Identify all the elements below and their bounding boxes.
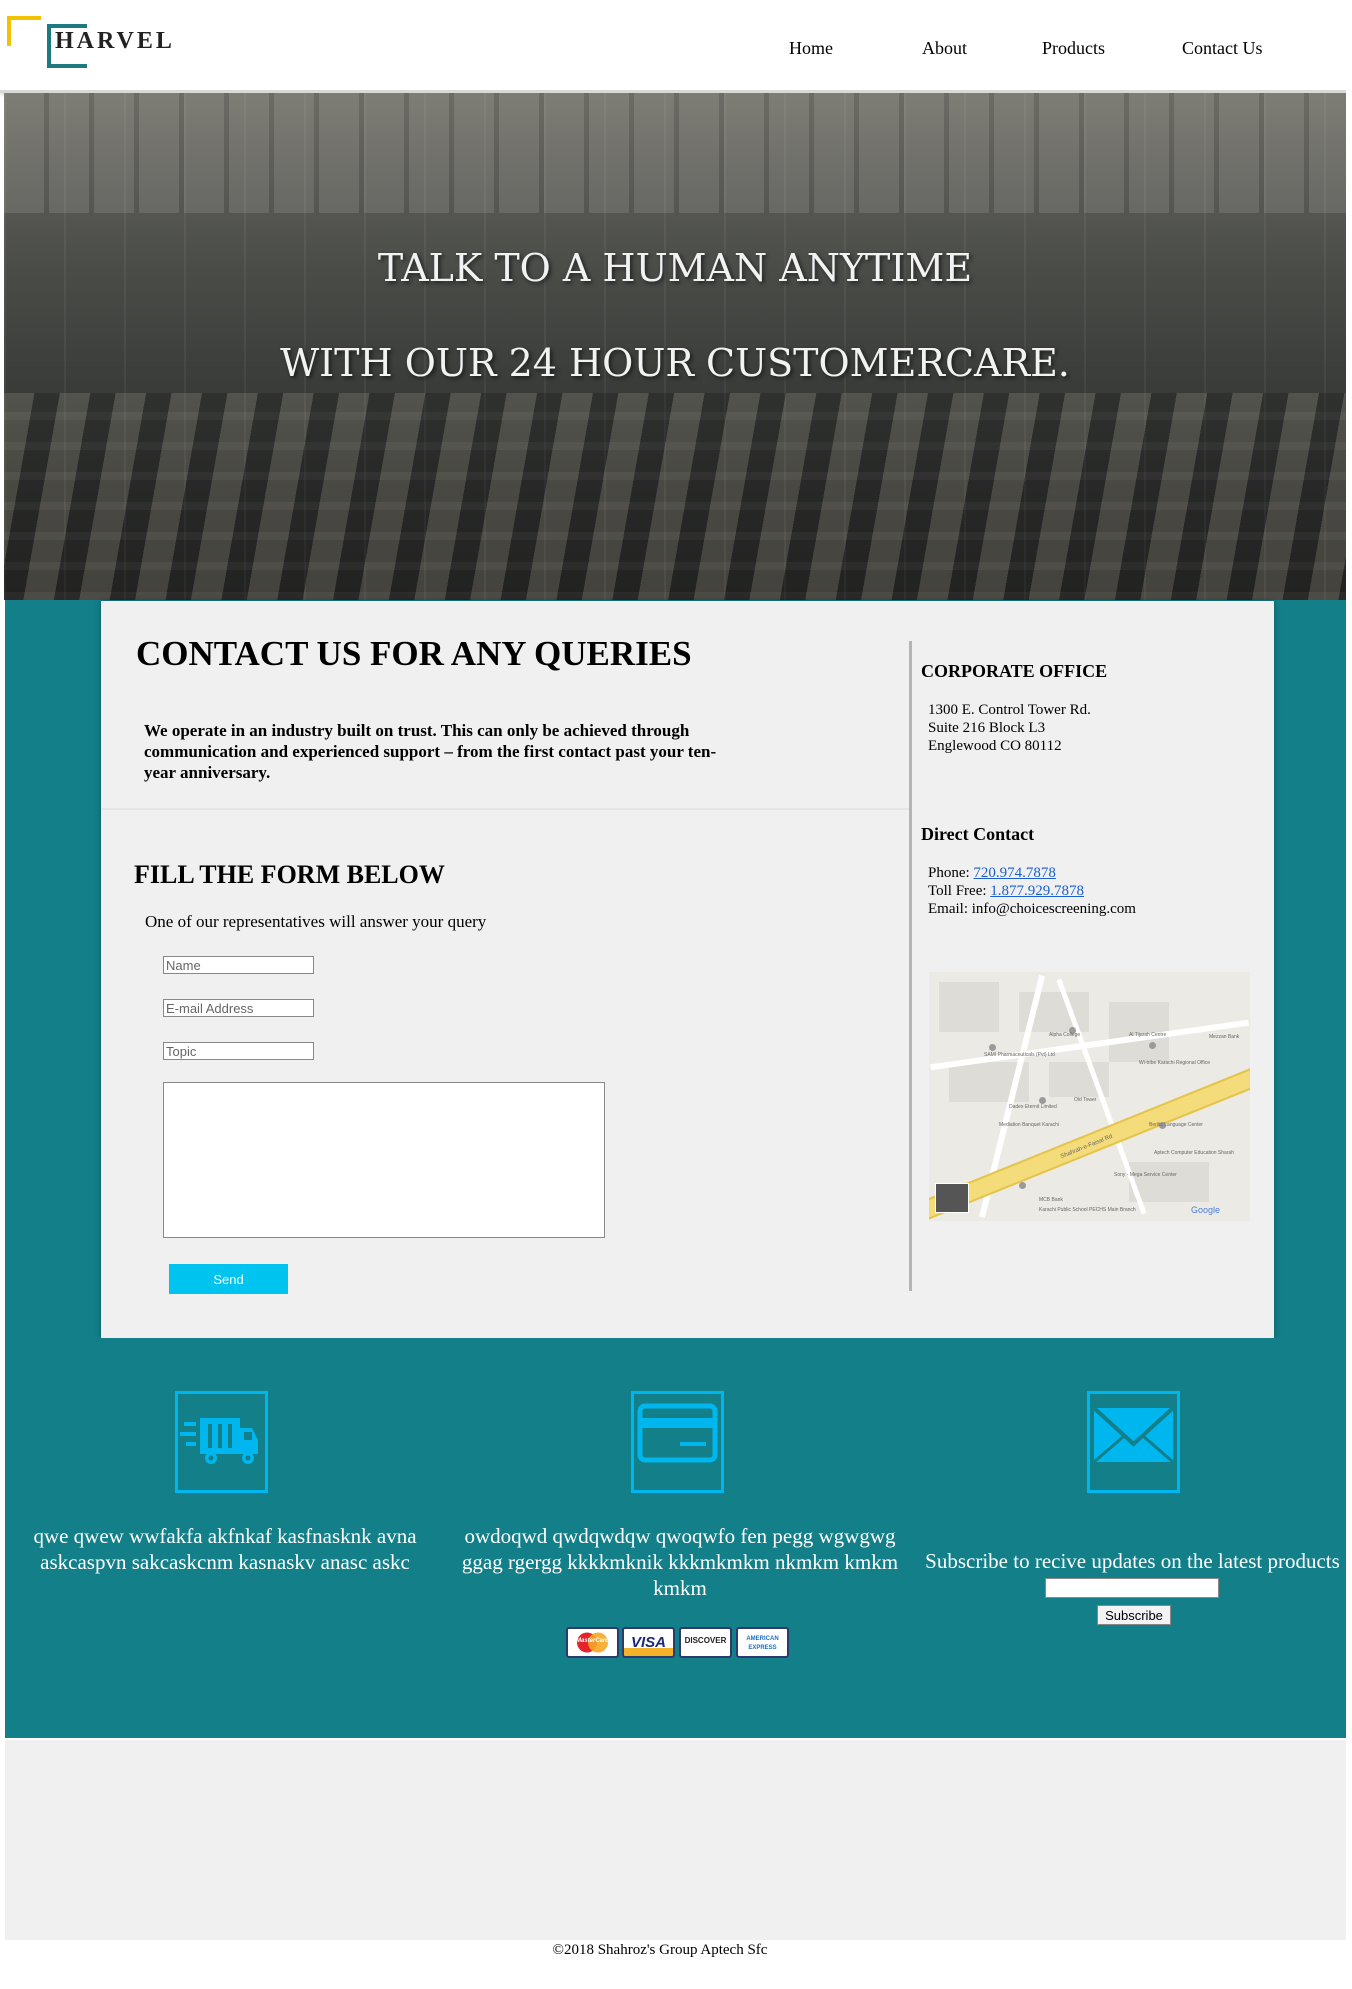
footer-col1-text: qwe qwew wwfakfa akfnkaf kasfnasknk avna…: [33, 1524, 417, 1574]
card-vertical-divider: [909, 641, 912, 1291]
logo-yellow-bracket: [7, 16, 41, 46]
hero-line-1: TALK TO A HUMAN ANYTIME: [377, 246, 973, 290]
harvel-logo[interactable]: HARVEL: [7, 16, 182, 68]
map-label: Aptech Computer Education Sharah: [1154, 1150, 1235, 1156]
phone-label: Phone:: [928, 865, 974, 881]
send-button[interactable]: Send: [169, 1264, 288, 1294]
map-label: Alpha College: [1049, 1032, 1081, 1038]
copyright: ©2018 Shahroz's Group Aptech Sfc: [552, 1942, 768, 1958]
office-address-line-3: Englewood CO 80112: [928, 738, 1062, 754]
hero-office-desks: [4, 393, 1346, 600]
hero-ceiling-texture: [4, 93, 1346, 213]
nav-about[interactable]: About: [922, 38, 967, 59]
hero-line-2: WITH OUR 24 HOUR CUSTOMERCARE.: [280, 341, 1070, 385]
tollfree-link[interactable]: 1.877.929.7878: [990, 883, 1084, 899]
amex-logo: AMERICAN EXPRESS: [736, 1627, 789, 1658]
map-street-view-thumbnail[interactable]: [935, 1183, 969, 1213]
map-block: [1129, 1162, 1209, 1202]
visa-logo: VISA: [622, 1627, 675, 1658]
nav-home[interactable]: Home: [789, 38, 833, 59]
contact-intro: We operate in an industry built on trust…: [144, 721, 717, 782]
message-textarea[interactable]: [163, 1082, 605, 1238]
map-label: Sony - Mega Service Center: [1114, 1172, 1177, 1178]
delivery-truck-icon: [175, 1391, 268, 1493]
page-edge: [1346, 0, 1352, 1989]
form-heading: FILL THE FORM BELOW: [134, 860, 445, 889]
map-label: MCB Bank: [1039, 1197, 1063, 1203]
nav-products[interactable]: Products: [1042, 38, 1105, 59]
direct-contact-heading: Direct Contact: [921, 824, 1035, 844]
map-pin: [1149, 1042, 1156, 1049]
email-line: Email: info@choicescreening.com: [928, 901, 1136, 917]
map-label: Mezzan Bank: [1209, 1034, 1240, 1040]
tollfree-line: Toll Free: 1.877.929.7878: [928, 882, 1084, 900]
subscribe-button[interactable]: Subscribe: [1097, 1605, 1171, 1625]
footer-gray-band: [5, 1740, 1352, 1940]
phone-link[interactable]: 720.974.7878: [973, 865, 1056, 881]
email-input[interactable]: [163, 999, 314, 1017]
hero-banner: TALK TO A HUMAN ANYTIME WITH OUR 24 HOUR…: [4, 93, 1346, 600]
map-label: Al Tijarah Centre: [1129, 1032, 1167, 1038]
footer-col2-text: owdoqwd qwdqwdqw qwoqwfo fen pegg wgwgwg…: [461, 1524, 899, 1600]
map-pin: [989, 1044, 996, 1051]
topic-input[interactable]: [163, 1042, 314, 1060]
map-label: Karachi Public School PECHS Main Branch: [1039, 1207, 1136, 1213]
map-block: [939, 982, 999, 1032]
map-label: SAMI Pharmaceuticals (Pvt) Ltd: [984, 1052, 1055, 1058]
tollfree-label: Toll Free:: [928, 883, 991, 899]
logo-text: HARVEL: [55, 28, 175, 54]
google-logo: Google: [1190, 1205, 1220, 1215]
discover-logo: DISCOVER: [679, 1627, 732, 1658]
map-label: Wi-tribe Karachi Regional Office: [1139, 1060, 1211, 1066]
office-address-line-1: 1300 E. Control Tower Rd.: [928, 702, 1091, 718]
location-map[interactable]: Alpha College Al Tijarah Centre Mezzan B…: [929, 972, 1250, 1221]
subscribe-text: Subscribe to recive updates on the lates…: [925, 1549, 1340, 1573]
subscribe-email-input[interactable]: [1045, 1578, 1219, 1598]
map-pin: [1019, 1182, 1026, 1189]
logo-yellow-bar: [7, 16, 11, 46]
map-label: Old Tower: [1074, 1097, 1097, 1103]
office-address-line-2: Suite 216 Block L3: [928, 720, 1046, 736]
card-horizontal-separator: [101, 808, 909, 810]
map-label: Mediation Banquet Karachi: [999, 1122, 1060, 1128]
corporate-office-heading: CORPORATE OFFICE: [921, 661, 1108, 681]
mastercard-logo: MasterCard: [566, 1627, 619, 1658]
name-input[interactable]: [163, 956, 314, 974]
envelope-icon: [1087, 1391, 1180, 1493]
credit-card-icon: [631, 1391, 724, 1493]
map-pin: [1039, 1097, 1046, 1104]
phone-line: Phone: 720.974.7878: [928, 864, 1056, 882]
contact-heading: CONTACT US FOR ANY QUERIES: [136, 634, 692, 673]
form-subheading: One of our representatives will answer y…: [145, 912, 487, 931]
nav-contact-us[interactable]: Contact Us: [1182, 38, 1263, 59]
map-label: Berlitz Language Center: [1149, 1122, 1203, 1128]
mastercard-label: MasterCard: [575, 1638, 609, 1644]
site-header: HARVEL Home About Products Contact Us: [0, 0, 1346, 93]
map-label: Dadex Eternit Limited: [1009, 1104, 1057, 1110]
